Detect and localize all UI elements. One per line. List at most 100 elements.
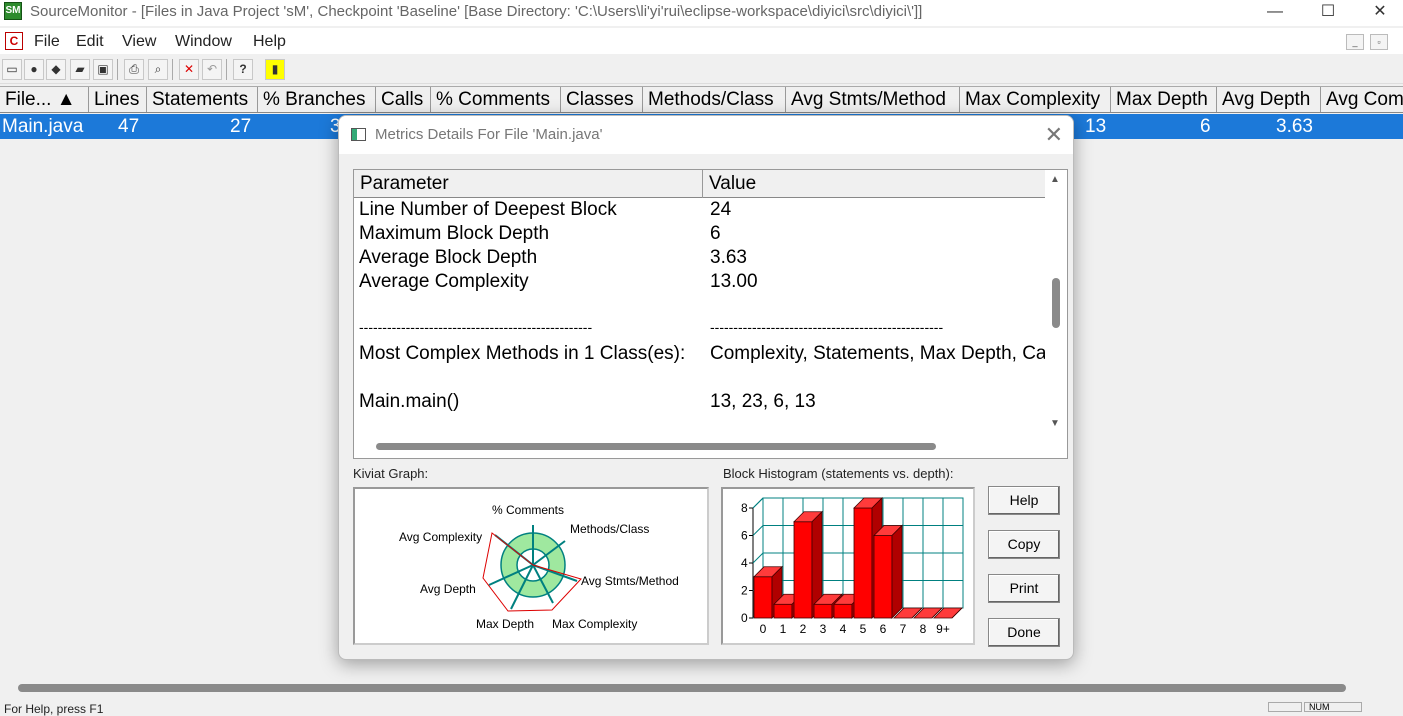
col-parameter[interactable]: Parameter <box>354 170 703 198</box>
menu-bar: C File Edit View Window Help <box>0 28 1403 54</box>
col-avg-depth[interactable]: Avg Depth <box>1217 87 1321 112</box>
x-tick-label: 1 <box>780 622 787 636</box>
x-tick-label: 9+ <box>936 622 950 636</box>
menu-view[interactable]: View <box>122 33 156 51</box>
print-button[interactable]: Print <box>988 574 1060 603</box>
col-comments[interactable]: % Comments <box>431 87 561 112</box>
delete-icon[interactable]: ✕ <box>179 59 199 80</box>
menu-edit[interactable]: Edit <box>76 33 104 51</box>
list-item[interactable]: Maximum Block Depth 6 <box>354 223 1047 247</box>
cell-max-complexity: 13 <box>1085 116 1107 137</box>
col-file[interactable]: File... ▲ <box>0 87 89 112</box>
col-statements[interactable]: Statements <box>147 87 258 112</box>
close-button[interactable]: ✕ <box>1357 0 1403 26</box>
x-tick-label: 0 <box>760 622 767 636</box>
histogram-bar <box>773 603 793 619</box>
param-value: 6 <box>710 223 721 244</box>
scroll-thumb[interactable] <box>1052 278 1060 328</box>
param-label: Most Complex Methods in 1 Class(es): <box>359 343 686 364</box>
dialog-window-icon <box>351 128 366 141</box>
x-tick-label: 7 <box>900 622 907 636</box>
histogram-bar-side <box>891 524 903 619</box>
histogram-bar <box>813 603 833 619</box>
toolbar: ▭ ● ◆ ▰ ▣ ⎙ ⌕ ✕ ↶ ? ▮ <box>0 56 1403 84</box>
col-value[interactable]: Value <box>703 170 1047 198</box>
menu-help[interactable]: Help <box>253 33 286 51</box>
new-icon[interactable]: ▭ <box>2 59 22 80</box>
scroll-down-icon[interactable]: ▼ <box>1050 418 1060 429</box>
child-restore-icon[interactable]: ▫ <box>1370 34 1388 50</box>
y-tick-label: 0 <box>741 611 748 625</box>
kiviat-axis-label: Methods/Class <box>570 522 649 536</box>
param-value: 3.63 <box>710 247 747 268</box>
open-icon[interactable]: ▰ <box>70 59 90 80</box>
param-label: Average Complexity <box>359 271 529 292</box>
bookmark-icon[interactable]: ▮ <box>265 59 285 80</box>
col-branches[interactable]: % Branches <box>258 87 376 112</box>
checkpoint-icon[interactable]: ● <box>24 59 44 80</box>
x-tick-label: 8 <box>920 622 927 636</box>
param-value: 13.00 <box>710 271 758 292</box>
save-icon[interactable]: ▣ <box>93 59 113 80</box>
param-value: 13, 23, 6, 13 <box>710 391 816 412</box>
col-calls[interactable]: Calls <box>376 87 431 112</box>
dialog-title: Metrics Details For File 'Main.java' <box>375 126 603 143</box>
col-max-complexity[interactable]: Max Complexity <box>960 87 1111 112</box>
kiviat-axis-label: % Comments <box>492 503 564 517</box>
y-tick-label: 2 <box>741 584 748 598</box>
copy-button[interactable]: Copy <box>988 530 1060 559</box>
list-item[interactable]: Average Complexity 13.00 <box>354 271 1047 295</box>
histogram-bar <box>753 576 773 619</box>
menu-file[interactable]: File <box>34 33 60 51</box>
param-value: Complexity, Statements, Max Depth, Calls <box>710 343 1047 364</box>
col-max-depth[interactable]: Max Depth <box>1111 87 1217 112</box>
y-tick-label: 8 <box>741 501 748 515</box>
menu-window[interactable]: Window <box>175 33 232 51</box>
histogram-bar <box>833 603 853 619</box>
print-preview-icon[interactable]: ⌕ <box>148 59 168 80</box>
minimize-button[interactable]: — <box>1252 0 1298 26</box>
list-item[interactable]: Average Block Depth 3.63 <box>354 247 1047 271</box>
status-text: For Help, press F1 <box>4 702 104 716</box>
cell-statements: 27 <box>230 116 252 137</box>
cell-max-depth: 6 <box>1200 116 1211 137</box>
status-num: NUM <box>1304 702 1362 712</box>
status-bar: For Help, press F1 <box>0 698 1403 716</box>
metrics-list[interactable]: Parameter Value Line Number of Deepest B… <box>353 169 1068 459</box>
param-label: Line Number of Deepest Block <box>359 199 617 220</box>
context-help-icon[interactable]: ? <box>233 59 253 80</box>
scroll-up-icon[interactable]: ▲ <box>1050 174 1060 185</box>
col-classes[interactable]: Classes <box>561 87 643 112</box>
col-lines[interactable]: Lines <box>89 87 147 112</box>
kiviat-svg: % Comments Methods/Class Avg Stmts/Metho… <box>399 503 679 631</box>
dialog-close-button[interactable]: ✕ <box>1045 122 1063 148</box>
x-tick-label: 4 <box>840 622 847 636</box>
list-item[interactable]: Most Complex Methods in 1 Class(es): Comp… <box>354 343 1047 367</box>
x-tick-label: 5 <box>860 622 867 636</box>
project-icon[interactable]: ◆ <box>46 59 66 80</box>
list-vertical-scrollbar[interactable]: ▲ ▼ <box>1045 170 1067 458</box>
child-minimize-icon[interactable]: _ <box>1346 34 1364 50</box>
print-icon[interactable]: ⎙ <box>124 59 144 80</box>
col-methods-class[interactable]: Methods/Class <box>643 87 786 112</box>
cell-file: Main.java <box>2 116 84 137</box>
list-horizontal-scrollbar[interactable] <box>376 443 936 450</box>
done-button[interactable]: Done <box>988 618 1060 647</box>
list-item[interactable]: Line Number of Deepest Block 24 <box>354 199 1047 223</box>
help-button[interactable]: Help <box>988 486 1060 515</box>
y-tick-label: 4 <box>741 556 748 570</box>
metrics-details-dialog: Metrics Details For File 'Main.java' ✕ P… <box>338 115 1074 660</box>
col-avg-stmts[interactable]: Avg Stmts/Method <box>786 87 960 112</box>
col-avg-complexity[interactable]: Avg Complexity <box>1321 87 1403 112</box>
histogram-bar <box>853 507 873 619</box>
document-icon[interactable]: C <box>5 32 23 50</box>
histogram-bar <box>793 521 813 619</box>
list-item[interactable]: Main.main() 13, 23, 6, 13 <box>354 391 1047 415</box>
horizontal-scrollbar[interactable] <box>18 684 1346 692</box>
kiviat-axis-label: Max Complexity <box>552 617 637 631</box>
maximize-button[interactable]: ☐ <box>1305 0 1351 26</box>
histogram-svg: 024680 1 2 3 4 5 6 7 8 9+ <box>741 497 964 636</box>
list-item[interactable]: ----------------------------------------… <box>354 319 1047 343</box>
x-tick-label: 3 <box>820 622 827 636</box>
undo-icon[interactable]: ↶ <box>202 59 222 80</box>
